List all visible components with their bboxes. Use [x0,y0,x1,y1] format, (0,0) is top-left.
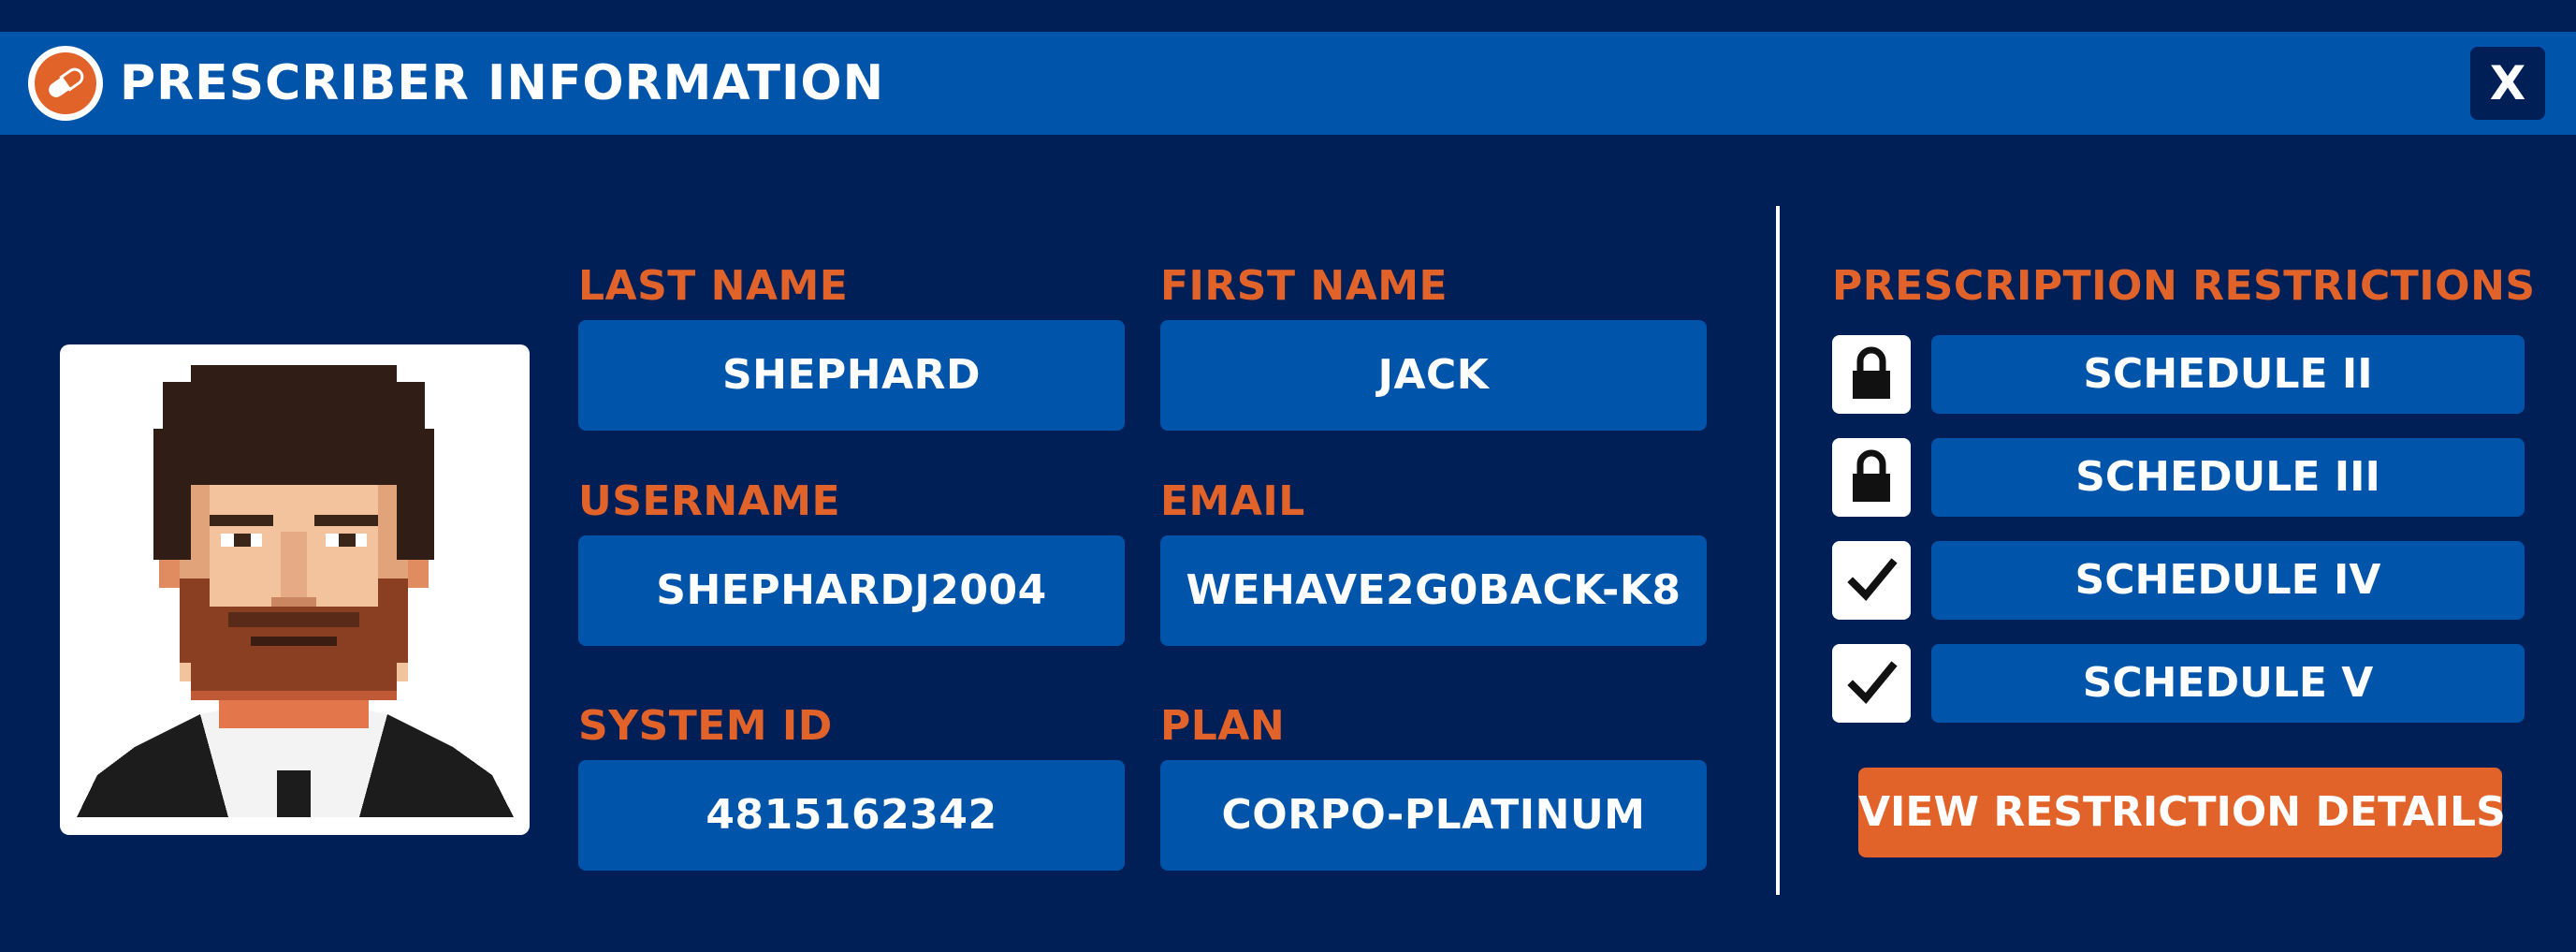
schedule-v-button[interactable]: SCHEDULE V [1931,644,2525,723]
lock-icon[interactable] [1832,335,1911,414]
last-name-label: LAST NAME [578,262,849,310]
username-label: USERNAME [578,477,841,525]
window-title: PRESCRIBER INFORMATION [120,55,885,111]
restriction-row-schedule-iv: SCHEDULE IV [1832,541,2525,620]
system-id-field[interactable]: 4815162342 [578,760,1125,871]
username-field[interactable]: SHEPHARDJ2004 [578,535,1125,646]
restriction-row-schedule-iii: SCHEDULE III [1832,438,2525,517]
schedule-iv-button[interactable]: SCHEDULE IV [1931,541,2525,620]
view-restriction-details-button[interactable]: VIEW RESTRICTION DETAILS [1858,768,2506,857]
restriction-row-schedule-v: SCHEDULE V [1832,644,2525,723]
pill-icon [28,46,103,121]
pixel-portrait-avatar [77,365,514,817]
system-id-label: SYSTEM ID [578,702,833,750]
title-bar: PRESCRIBER INFORMATION X [0,32,2576,135]
last-name-field[interactable]: SHEPHARD [578,320,1125,431]
plan-field[interactable]: CORPO-PLATINUM [1160,760,1707,871]
restrictions-title: PRESCRIPTION RESTRICTIONS [1832,262,2536,310]
lock-icon[interactable] [1832,438,1911,517]
schedule-iii-button[interactable]: SCHEDULE III [1931,438,2525,517]
checkmark-icon[interactable] [1832,541,1911,620]
avatar [60,344,530,835]
email-field[interactable]: WEHAVE2G0BACK-K8 [1160,535,1707,646]
close-button[interactable]: X [2470,47,2545,120]
section-divider [1776,206,1780,895]
restriction-row-schedule-ii: SCHEDULE II [1832,335,2525,414]
first-name-label: FIRST NAME [1160,262,1448,310]
plan-label: PLAN [1160,702,1286,750]
first-name-field[interactable]: JACK [1160,320,1707,431]
schedule-ii-button[interactable]: SCHEDULE II [1931,335,2525,414]
checkmark-icon[interactable] [1832,644,1911,723]
email-label: EMAIL [1160,477,1305,525]
